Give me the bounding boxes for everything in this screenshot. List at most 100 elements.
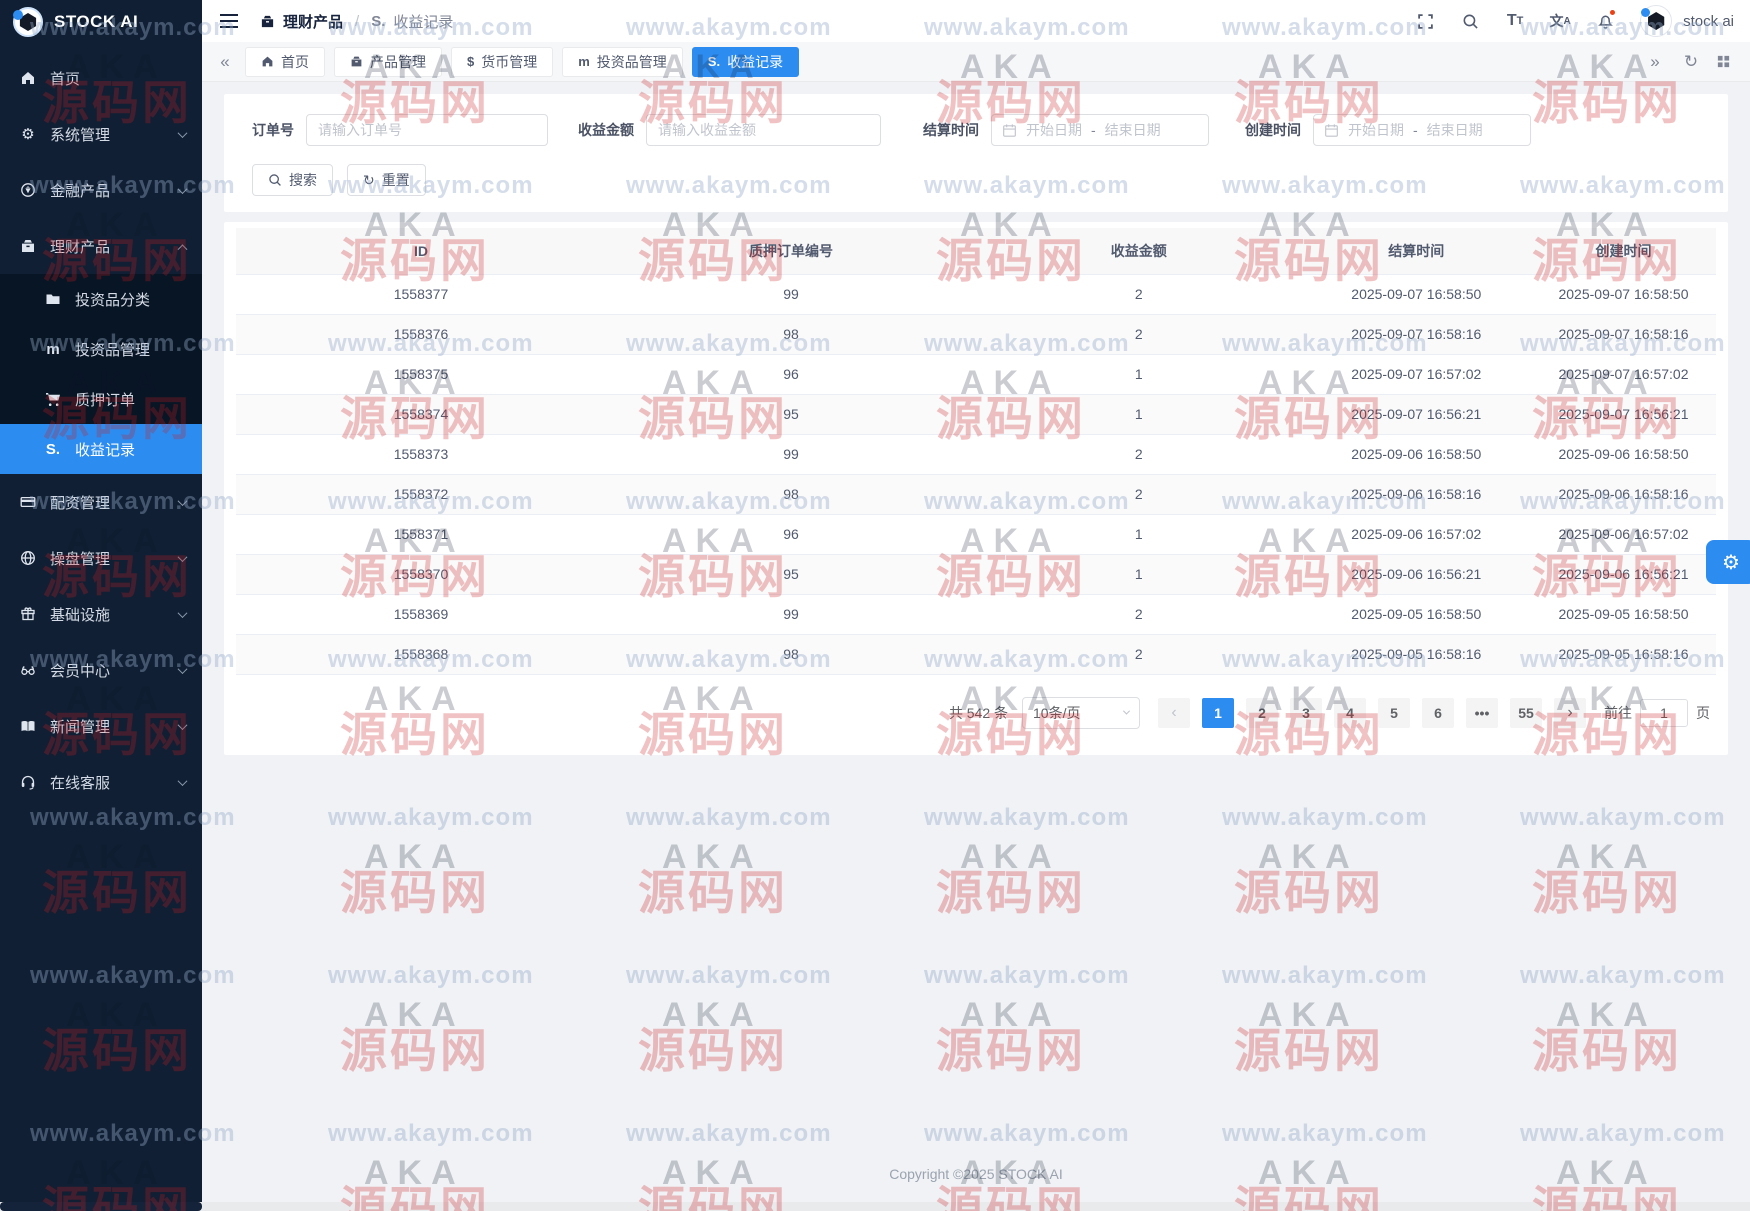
avatar-hexagon (1647, 12, 1665, 30)
search-icon (268, 173, 282, 187)
headset-icon (19, 774, 37, 790)
goto-page-input[interactable] (1640, 699, 1688, 727)
cell-amount: 1 (976, 514, 1302, 554)
table-row: 15583739922025-09-06 16:58:502025-09-06 … (236, 434, 1716, 474)
app-window: STOCK AI 首页 ⚙ 系统管理 金融产品 理财产品 (0, 0, 1750, 1202)
tab-currency-management[interactable]: $ 货币管理 (451, 47, 553, 77)
tab-investment-management[interactable]: m 投资品管理 (562, 47, 683, 77)
globe-icon (19, 550, 37, 566)
bell-icon[interactable] (1595, 11, 1615, 31)
tabs-scroll-left-icon[interactable]: « (214, 52, 236, 72)
start-date-placeholder: 开始日期 (1348, 120, 1404, 140)
cell-order-no: 98 (606, 314, 976, 354)
cell-amount: 2 (976, 634, 1302, 674)
sidebar-item-label: 基础设施 (50, 604, 110, 625)
cell-id: 1558370 (236, 554, 606, 594)
page-4-button[interactable]: 4 (1334, 698, 1366, 728)
page-1-button[interactable]: 1 (1202, 698, 1234, 728)
translate-icon[interactable]: 文A (1550, 11, 1570, 31)
fullscreen-icon[interactable] (1415, 11, 1435, 31)
gear-icon: ⚙ (19, 125, 37, 143)
page-5-button[interactable]: 5 (1378, 698, 1410, 728)
page-55-button[interactable]: 55 (1510, 698, 1542, 728)
horizontal-scrollbar[interactable] (0, 1202, 1750, 1211)
tab-product-management[interactable]: 产品管理 (334, 47, 442, 77)
page-3-button[interactable]: 3 (1290, 698, 1322, 728)
cell-amount: 2 (976, 314, 1302, 354)
sidebar-subitem-investment-management[interactable]: m 投资品管理 (0, 324, 202, 374)
sidebar-item-label: 操盘管理 (50, 548, 110, 569)
refresh-icon[interactable]: ↻ (1680, 52, 1702, 72)
cell-settle-time: 2025-09-06 16:56:21 (1302, 554, 1531, 594)
start-date-placeholder: 开始日期 (1026, 120, 1082, 140)
cell-id: 1558375 (236, 354, 606, 394)
sidebar-item-news-management[interactable]: 新闻管理 (0, 698, 202, 754)
sidebar-item-wealth-products[interactable]: 理财产品 (0, 218, 202, 274)
profit-records-table: ID 质押订单编号 收益金额 结算时间 创建时间 15583779922025-… (236, 228, 1716, 675)
search-button[interactable]: 搜索 (252, 164, 333, 196)
sidebar-subitem-investment-categories[interactable]: 投资品分类 (0, 274, 202, 324)
sidebar-item-member-center[interactable]: 会员中心 (0, 642, 202, 698)
sidebar-item-allocation-management[interactable]: 配资管理 (0, 474, 202, 530)
cell-order-no: 99 (606, 434, 976, 474)
table-header-row: ID 质押订单编号 收益金额 结算时间 创建时间 (236, 228, 1716, 274)
calendar-icon (1002, 123, 1017, 138)
main-area: 理财产品 / S. 收益记录 TT 文A stock ai (202, 0, 1750, 1202)
sidebar-item-label: 投资品管理 (75, 339, 150, 360)
s-letter-icon: S. (371, 14, 385, 29)
page-2-button[interactable]: 2 (1246, 698, 1278, 728)
prev-page-button[interactable]: ‹ (1158, 698, 1190, 728)
sidebar-item-online-service[interactable]: 在线客服 (0, 754, 202, 810)
order-no-input[interactable] (306, 114, 548, 146)
cell-amount: 1 (976, 554, 1302, 594)
profit-amount-input[interactable] (646, 114, 881, 146)
reset-button[interactable]: ↻ 重置 (347, 164, 426, 196)
cell-order-no: 99 (606, 274, 976, 314)
sidebar-item-system-management[interactable]: ⚙ 系统管理 (0, 106, 202, 162)
cell-settle-time: 2025-09-05 16:58:50 (1302, 594, 1531, 634)
scrollbar-thumb[interactable] (0, 1202, 202, 1211)
column-header-profit-amount: 收益金额 (976, 228, 1302, 274)
sidebar-item-home[interactable]: 首页 (0, 50, 202, 106)
chevron-down-icon (178, 552, 188, 562)
cell-create-time: 2025-09-06 16:57:02 (1531, 514, 1716, 554)
brand-name: STOCK AI (54, 12, 138, 32)
sidebar-subitem-pledge-orders[interactable]: 质押订单 (0, 374, 202, 424)
tab-profit-records[interactable]: S. 收益记录 (692, 47, 799, 77)
glasses-icon (19, 662, 37, 678)
sidebar-submenu: 投资品分类 m 投资品管理 质押订单 S. 收益记录 (0, 274, 202, 474)
cell-settle-time: 2025-09-05 16:58:16 (1302, 634, 1531, 674)
sidebar-subitem-profit-records[interactable]: S. 收益记录 (0, 424, 202, 474)
grid-icon[interactable] (1716, 54, 1738, 69)
user-name[interactable]: stock ai (1683, 13, 1734, 30)
more-pages-button[interactable]: ••• (1466, 698, 1498, 728)
sidebar-item-infrastructure[interactable]: 基础设施 (0, 586, 202, 642)
next-page-button[interactable]: › (1554, 698, 1586, 728)
sidebar: STOCK AI 首页 ⚙ 系统管理 金融产品 理财产品 (0, 0, 202, 1202)
table-row: 15583769822025-09-07 16:58:162025-09-07 … (236, 314, 1716, 354)
profit-amount-label: 收益金额 (578, 120, 634, 140)
create-time-range-picker[interactable]: 开始日期 - 结束日期 (1313, 114, 1531, 146)
search-icon[interactable] (1460, 11, 1480, 31)
cell-order-no: 98 (606, 474, 976, 514)
menu-collapse-icon[interactable] (220, 20, 238, 22)
floating-settings-button[interactable]: ⚙ (1706, 540, 1750, 584)
avatar[interactable] (1640, 5, 1672, 37)
cell-create-time: 2025-09-06 16:58:16 (1531, 474, 1716, 514)
settle-time-range-picker[interactable]: 开始日期 - 结束日期 (991, 114, 1209, 146)
page-6-button[interactable]: 6 (1422, 698, 1454, 728)
package-icon (350, 55, 363, 68)
s-letter-icon: S. (708, 54, 720, 69)
cell-order-no: 96 (606, 354, 976, 394)
sidebar-item-financial-products[interactable]: 金融产品 (0, 162, 202, 218)
home-icon (19, 70, 37, 86)
tab-label: 收益记录 (727, 52, 783, 72)
tab-home[interactable]: 首页 (245, 47, 325, 77)
breadcrumb-separator: / (355, 13, 359, 30)
tabs-scroll-right-icon[interactable]: » (1644, 52, 1666, 72)
page-size-select[interactable]: 10条/页 (1022, 697, 1140, 729)
breadcrumb-section[interactable]: 理财产品 (283, 11, 343, 32)
sidebar-item-trading-management[interactable]: 操盘管理 (0, 530, 202, 586)
cell-amount: 2 (976, 474, 1302, 514)
font-size-icon[interactable]: TT (1505, 11, 1525, 31)
